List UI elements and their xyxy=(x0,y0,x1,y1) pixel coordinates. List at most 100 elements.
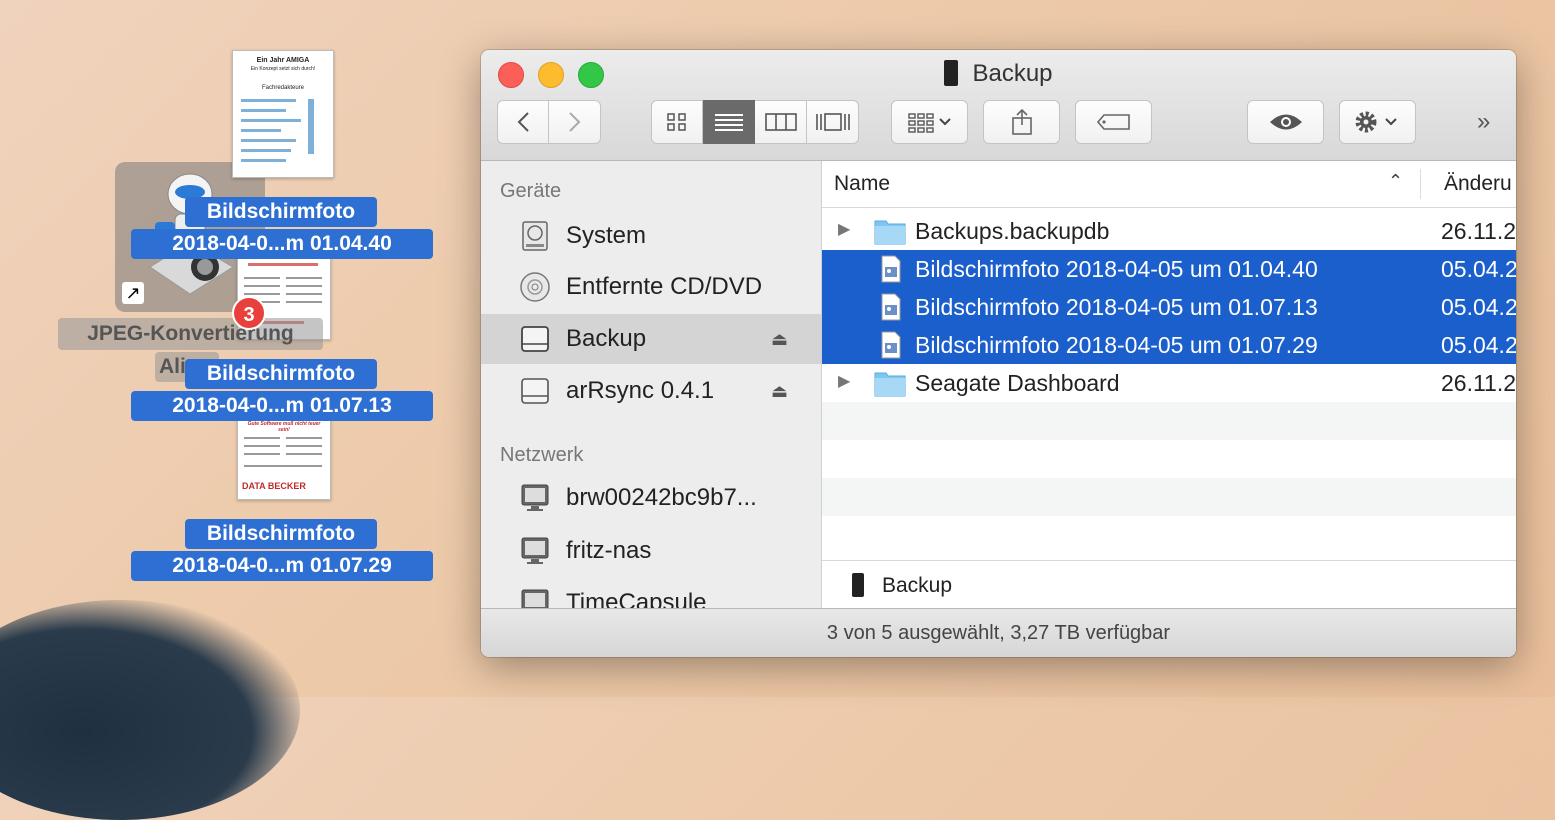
forward-button[interactable] xyxy=(549,100,601,144)
sidebar-item-remote-disc[interactable]: Entfernte CD/DVD xyxy=(481,262,821,312)
back-button[interactable] xyxy=(497,100,549,144)
monitor-icon xyxy=(521,537,549,564)
eye-icon xyxy=(1269,114,1302,130)
path-bar: Backup xyxy=(822,560,1516,609)
folder-icon xyxy=(874,220,906,245)
file-label-1-line2[interactable]: 2018-04-0...m 01.04.40 xyxy=(131,229,433,259)
coverflow-view-button[interactable] xyxy=(807,100,859,144)
image-file-icon xyxy=(881,255,901,283)
sort-ascending-icon[interactable]: ⌃ xyxy=(1388,171,1403,192)
thumb-subtitle: Ein Konzept setzt sich durch! xyxy=(250,66,316,72)
status-bar: 3 von 5 ausgewählt, 3,27 TB verfügbar xyxy=(481,608,1516,657)
eject-icon[interactable]: ⏏ xyxy=(771,381,788,402)
disk-icon xyxy=(852,573,864,597)
sidebar-header-network: Netzwerk xyxy=(500,444,584,466)
list-icon xyxy=(714,114,743,131)
chevron-left-icon xyxy=(517,112,529,132)
thumb-title: Ein Jahr AMIGA xyxy=(256,57,310,64)
sidebar-header-devices: Geräte xyxy=(500,180,562,202)
sidebar-item-label: brw00242bc9b7... xyxy=(566,484,757,511)
sidebar-item-label: System xyxy=(566,222,647,249)
file-name: Bildschirmfoto 2018-04-05 um 01.07.29 xyxy=(915,332,1318,358)
thumb-heading: Fachredakteure xyxy=(261,85,305,91)
image-file-icon xyxy=(881,331,901,359)
external-disk-icon xyxy=(521,378,549,404)
tag-icon xyxy=(1096,114,1130,130)
image-file-icon xyxy=(881,293,901,321)
gear-icon xyxy=(1355,111,1397,133)
file-name: Backups.backupdb xyxy=(915,218,1110,244)
coverflow-icon xyxy=(815,113,850,131)
sidebar-item-label: fritz-nas xyxy=(566,537,652,564)
file-thumbnail-1[interactable]: Ein Jahr AMIGA Ein Konzept setzt sich du… xyxy=(232,50,334,178)
empty-row xyxy=(822,402,1516,440)
window-title-text: Backup xyxy=(972,60,1053,87)
file-date: 05.04.2 xyxy=(1441,332,1516,358)
sidebar-item-label: TimeCapsule xyxy=(566,589,707,609)
file-name: Bildschirmfoto 2018-04-05 um 01.04.40 xyxy=(915,256,1318,282)
empty-row xyxy=(822,516,1516,554)
column-divider[interactable] xyxy=(1420,169,1421,199)
grid-icon xyxy=(667,113,686,131)
app-label: JPEG-Konvertierung xyxy=(58,318,323,350)
column-header-date[interactable]: Änderu xyxy=(1444,172,1512,196)
quicklook-button[interactable] xyxy=(1247,100,1324,144)
file-date: 05.04.2 xyxy=(1441,256,1516,282)
disk-icon xyxy=(944,60,959,86)
finder-window: Backup » Geräte System Entfernte CD/DVD … xyxy=(481,50,1516,657)
alias-arrow-icon: ↗ xyxy=(122,282,144,304)
share-icon xyxy=(1011,108,1032,135)
path-item-backup[interactable]: Backup xyxy=(882,574,952,598)
window-title: Backup xyxy=(481,58,1516,90)
action-menu-button[interactable] xyxy=(1339,100,1416,144)
columns-icon xyxy=(764,113,797,131)
file-label-2-line1[interactable]: Bildschirmfoto xyxy=(185,359,377,389)
chevron-right-icon xyxy=(568,112,580,132)
thumb-headline: Gute Software muß nicht teuer sein! xyxy=(247,421,321,433)
toolbar: Backup » xyxy=(481,50,1516,161)
folder-icon xyxy=(874,372,906,397)
sidebar-item-backup[interactable]: Backup ⏏ xyxy=(481,314,821,364)
file-label-3-line1[interactable]: Bildschirmfoto xyxy=(185,519,377,549)
disclosure-triangle-icon[interactable]: ▶ xyxy=(838,219,850,239)
list-row[interactable]: ▶ Seagate Dashboard 26.11.2 xyxy=(822,364,1516,402)
share-button[interactable] xyxy=(983,100,1060,144)
external-disk-icon xyxy=(521,326,549,352)
sidebar-item-system[interactable]: System xyxy=(481,211,821,261)
list-row[interactable]: Bildschirmfoto 2018-04-05 um 01.07.29 05… xyxy=(822,326,1516,364)
file-list: Name ⌃ Änderu ▶ Backups.backupdb 26.11.2… xyxy=(822,161,1516,609)
thumb-brand: DATA BECKER xyxy=(242,481,306,491)
sidebar-item-timecapsule[interactable]: TimeCapsule xyxy=(481,578,821,609)
file-date: 26.11.2 xyxy=(1441,370,1516,396)
file-label-3-line2[interactable]: 2018-04-0...m 01.07.29 xyxy=(131,551,433,581)
list-row[interactable]: Bildschirmfoto 2018-04-05 um 01.07.13 05… xyxy=(822,288,1516,326)
sidebar-item-fritz-nas[interactable]: fritz-nas xyxy=(481,526,821,576)
eject-icon[interactable]: ⏏ xyxy=(771,329,788,350)
sidebar-item-brw[interactable]: brw00242bc9b7... xyxy=(481,473,821,523)
harddisk-icon xyxy=(522,221,548,251)
monitor-icon xyxy=(521,589,549,609)
file-name: Bildschirmfoto 2018-04-05 um 01.07.13 xyxy=(915,294,1318,320)
sidebar: Geräte System Entfernte CD/DVD Backup ⏏ … xyxy=(481,161,822,609)
list-row[interactable]: Bildschirmfoto 2018-04-05 um 01.04.40 05… xyxy=(822,250,1516,288)
column-view-button[interactable] xyxy=(755,100,807,144)
list-view-button[interactable] xyxy=(703,100,755,144)
file-date: 05.04.2 xyxy=(1441,294,1516,320)
column-header-name[interactable]: Name xyxy=(834,172,890,196)
empty-row xyxy=(822,478,1516,516)
file-label-1-line1[interactable]: Bildschirmfoto xyxy=(185,197,377,227)
sidebar-item-label: Backup xyxy=(566,325,647,352)
monitor-icon xyxy=(521,484,549,511)
file-label-2-line2[interactable]: 2018-04-0...m 01.07.13 xyxy=(131,391,433,421)
tags-button[interactable] xyxy=(1075,100,1152,144)
file-date: 26.11.2 xyxy=(1441,218,1516,244)
list-header: Name ⌃ Änderu xyxy=(822,161,1516,208)
icon-view-button[interactable] xyxy=(651,100,703,144)
arrange-button[interactable] xyxy=(891,100,968,144)
list-row[interactable]: ▶ Backups.backupdb 26.11.2 xyxy=(822,212,1516,250)
file-name: Seagate Dashboard xyxy=(915,370,1120,396)
sidebar-item-arrsync[interactable]: arRsync 0.4.1 ⏏ xyxy=(481,366,821,416)
sidebar-item-label: Entfernte CD/DVD xyxy=(566,273,763,300)
disclosure-triangle-icon[interactable]: ▶ xyxy=(838,371,850,391)
toolbar-overflow-button[interactable]: » xyxy=(1477,108,1490,136)
